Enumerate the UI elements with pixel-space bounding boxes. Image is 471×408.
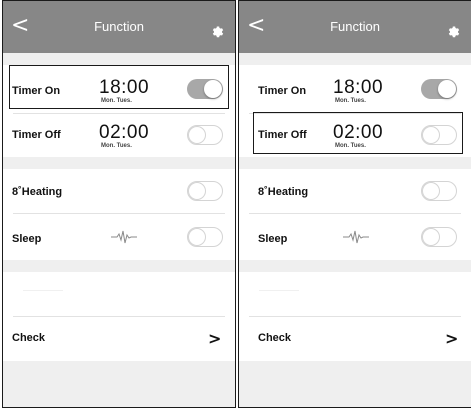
timer-off-days: Mon. Tues. — [101, 143, 132, 149]
highlight-frame — [9, 65, 229, 109]
timer-on-label: Timer On — [258, 85, 307, 97]
timer-on-days: Mon. Tues. — [335, 98, 366, 104]
timer-on-row[interactable]: Timer On 18:00 Mon. Tues. — [239, 65, 471, 113]
sleep-toggle[interactable] — [187, 227, 223, 247]
header-bar: < Function — [3, 1, 235, 53]
waveform-icon — [343, 230, 369, 244]
screen-right: < Function Timer On 18:00 Mon. Tues. Tim… — [238, 0, 471, 408]
toggle-knob — [422, 182, 440, 200]
page-title: Function — [94, 19, 144, 34]
check-label: Check — [258, 332, 292, 344]
gear-icon[interactable] — [211, 25, 225, 39]
blank-row — [239, 272, 471, 316]
timer-off-label: Timer Off — [12, 129, 61, 141]
blank-row — [3, 272, 235, 316]
timer-off-time[interactable]: 02:00 — [99, 123, 149, 143]
header-bar: < Function — [239, 1, 471, 53]
sleep-toggle[interactable] — [421, 227, 457, 247]
heating-row[interactable]: 8˚Heating — [3, 169, 235, 213]
timer-on-time[interactable]: 18:00 — [333, 78, 383, 98]
page-title: Function — [330, 19, 380, 34]
timer-off-row[interactable]: Timer Off 02:00 Mon. Tues. — [3, 114, 235, 157]
screen-left: < Function Timer On 18:00 Mon. Tues. Tim… — [2, 0, 236, 408]
section-gap — [239, 157, 471, 169]
heating-label: 8˚Heating — [12, 186, 63, 198]
check-label: Check — [12, 332, 46, 344]
heating-toggle[interactable] — [421, 181, 457, 201]
section-gap — [3, 157, 235, 169]
heating-label: 8˚Heating — [258, 186, 309, 198]
sleep-row[interactable]: Sleep — [3, 214, 235, 260]
heating-row[interactable]: 8˚Heating — [239, 169, 471, 213]
toggle-knob — [422, 228, 440, 246]
highlight-frame — [253, 112, 463, 154]
timer-on-toggle[interactable] — [421, 79, 457, 99]
sleep-row[interactable]: Sleep — [239, 214, 471, 260]
faint-line — [259, 290, 299, 291]
bottom-area — [239, 361, 471, 407]
bottom-area — [3, 361, 235, 407]
section-gap — [3, 53, 235, 65]
heating-toggle[interactable] — [187, 181, 223, 201]
faint-line — [23, 290, 63, 291]
sleep-label: Sleep — [258, 233, 288, 245]
chevron-right-icon[interactable]: > — [445, 331, 458, 347]
waveform-icon — [111, 230, 137, 244]
chevron-right-icon[interactable]: > — [208, 331, 221, 347]
section-gap — [239, 260, 471, 272]
timer-off-toggle[interactable] — [187, 125, 223, 145]
check-row[interactable]: Check > — [239, 317, 471, 361]
section-gap — [239, 53, 471, 65]
toggle-knob — [188, 182, 206, 200]
check-row[interactable]: Check > — [3, 317, 235, 361]
sleep-label: Sleep — [12, 233, 42, 245]
toggle-knob — [188, 126, 206, 144]
toggle-knob — [438, 80, 456, 98]
gear-icon[interactable] — [447, 25, 461, 39]
toggle-knob — [188, 228, 206, 246]
section-gap — [3, 260, 235, 272]
